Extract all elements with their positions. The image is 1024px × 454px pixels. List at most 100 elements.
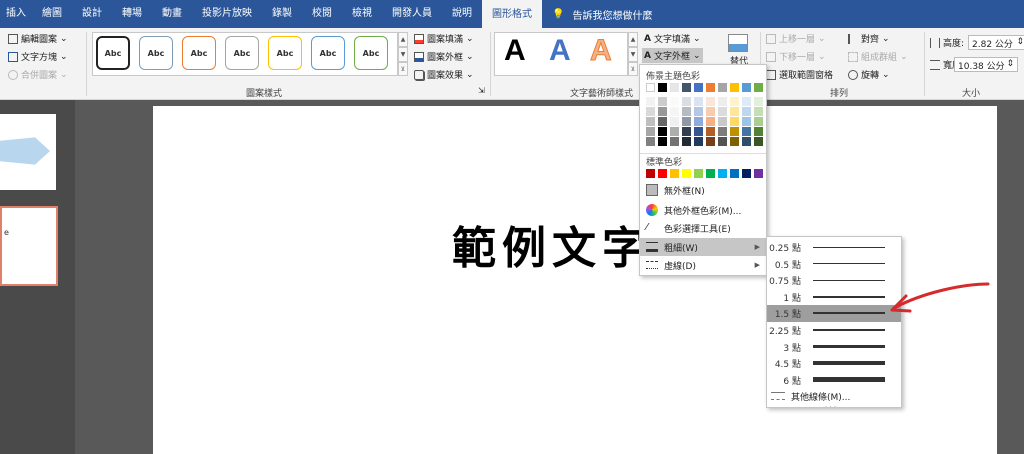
gallery-more-button[interactable]: ⊻ (398, 62, 408, 76)
text-box-button[interactable]: 文字方塊 ⌄ (8, 50, 68, 63)
standard-color-swatch[interactable] (742, 169, 751, 178)
height-input[interactable]: 2.82 公分 ⇕ (968, 35, 1024, 50)
standard-color-swatch[interactable] (658, 169, 667, 178)
theme-color-swatch[interactable] (670, 127, 679, 136)
theme-color-swatch[interactable] (646, 97, 655, 106)
wordart-up-button[interactable]: ▲ (628, 32, 638, 47)
standard-color-swatch[interactable] (718, 169, 727, 178)
standard-color-swatch[interactable] (694, 169, 703, 178)
weight-option[interactable]: 0.5 點 (767, 256, 901, 273)
theme-color-swatch[interactable] (754, 107, 763, 116)
shape-style-5[interactable]: Abc (268, 36, 302, 70)
theme-color-swatch[interactable] (670, 83, 679, 92)
tab-8[interactable]: 檢視 (342, 0, 382, 28)
weight-option[interactable]: 0.75 點 (767, 272, 901, 289)
theme-color-swatch[interactable] (730, 117, 739, 126)
tell-me-search[interactable]: 💡 告訴我您想做什麼 (542, 7, 652, 22)
weight-option[interactable]: 4.5 點 (767, 355, 901, 372)
theme-color-swatch[interactable] (682, 137, 691, 146)
theme-color-swatch[interactable] (754, 97, 763, 106)
standard-color-swatch[interactable] (646, 169, 655, 178)
resize-grip-icon[interactable]: · · · (825, 403, 836, 411)
weight-option[interactable]: 1.5 點 (767, 305, 901, 323)
merge-shapes-button[interactable]: 合併圖案 ⌄ (8, 68, 68, 81)
theme-color-swatch[interactable] (658, 83, 667, 92)
width-input[interactable]: 10.38 公分 ⇕ (954, 57, 1018, 72)
theme-color-swatch[interactable] (706, 97, 715, 106)
shape-style-7[interactable]: Abc (354, 36, 388, 70)
align-button[interactable]: 對齊 ⌄ (848, 32, 890, 45)
no-outline-item[interactable]: 無外框(N) (640, 181, 766, 199)
theme-color-swatch[interactable] (658, 137, 667, 146)
wordart-style-1[interactable]: A (504, 34, 526, 68)
theme-color-swatch[interactable] (682, 97, 691, 106)
shape-style-6[interactable]: Abc (311, 36, 345, 70)
theme-color-swatch[interactable] (754, 117, 763, 126)
bring-forward-button[interactable]: 上移一層 ⌄ (766, 32, 826, 45)
theme-color-swatch[interactable] (670, 117, 679, 126)
tab-3[interactable]: 轉場 (112, 0, 152, 28)
theme-color-swatch[interactable] (718, 127, 727, 136)
shape-outline-button[interactable]: 圖案外框 ⌄ (414, 50, 474, 63)
theme-color-swatch[interactable] (658, 117, 667, 126)
wordart-style-3[interactable]: A (590, 34, 613, 68)
tab-9[interactable]: 開發人員 (382, 0, 442, 28)
weight-item[interactable]: 粗細(W) ▶ (640, 238, 766, 256)
theme-color-swatch[interactable] (682, 107, 691, 116)
selection-pane-button[interactable]: 選取範圍窗格 (766, 68, 833, 81)
standard-color-swatch[interactable] (754, 169, 763, 178)
weight-option[interactable]: 6 點 (767, 372, 901, 389)
dashes-item[interactable]: 虛線(D) ▶ (640, 256, 766, 274)
theme-color-swatch[interactable] (694, 107, 703, 116)
theme-color-swatch[interactable] (730, 127, 739, 136)
theme-color-swatch[interactable] (742, 117, 751, 126)
wordart-style-2[interactable]: A (549, 34, 571, 68)
alt-text-icon[interactable] (728, 34, 748, 52)
theme-color-swatch[interactable] (658, 97, 667, 106)
standard-color-swatch[interactable] (682, 169, 691, 178)
theme-color-swatch[interactable] (718, 83, 727, 92)
text-fill-button[interactable]: A 文字填滿 ⌄ (644, 32, 701, 46)
theme-color-swatch[interactable] (682, 83, 691, 92)
shape-style-4[interactable]: Abc (225, 36, 259, 70)
theme-color-swatch[interactable] (706, 83, 715, 92)
theme-color-swatch[interactable] (694, 127, 703, 136)
shape-styles-dialog-launcher[interactable]: ⇲ (478, 86, 485, 95)
theme-color-swatch[interactable] (730, 83, 739, 92)
tab-6[interactable]: 錄製 (262, 0, 302, 28)
theme-color-swatch[interactable] (706, 107, 715, 116)
weight-option[interactable]: 0.25 點 (767, 239, 901, 256)
theme-color-swatch[interactable] (706, 137, 715, 146)
gallery-down-button[interactable]: ▼ (398, 47, 408, 62)
theme-color-swatch[interactable] (670, 107, 679, 116)
weight-option[interactable]: 3 點 (767, 339, 901, 356)
theme-color-swatch[interactable] (670, 137, 679, 146)
theme-color-swatch[interactable] (658, 107, 667, 116)
theme-color-swatch[interactable] (754, 83, 763, 92)
wordart-down-button[interactable]: ▼ (628, 47, 638, 62)
theme-color-swatch[interactable] (646, 117, 655, 126)
shape-style-2[interactable]: Abc (139, 36, 173, 70)
gallery-up-button[interactable]: ▲ (398, 32, 408, 47)
theme-color-swatch[interactable] (646, 137, 655, 146)
theme-color-swatch[interactable] (694, 97, 703, 106)
shape-effects-button[interactable]: 圖案效果 ⌄ (414, 68, 474, 81)
group-button[interactable]: 組成群組 ⌄ (848, 50, 908, 63)
theme-color-swatch[interactable] (754, 137, 763, 146)
theme-color-swatch[interactable] (646, 107, 655, 116)
theme-color-swatch[interactable] (718, 137, 727, 146)
theme-color-swatch[interactable] (730, 97, 739, 106)
theme-color-swatch[interactable] (754, 127, 763, 136)
theme-color-swatch[interactable] (706, 127, 715, 136)
theme-color-swatch[interactable] (742, 107, 751, 116)
theme-color-swatch[interactable] (718, 117, 727, 126)
tab-2[interactable]: 設計 (72, 0, 112, 28)
theme-color-swatch[interactable] (718, 97, 727, 106)
theme-color-swatch[interactable] (742, 137, 751, 146)
theme-color-swatch[interactable] (742, 83, 751, 92)
standard-color-swatch[interactable] (730, 169, 739, 178)
theme-color-swatch[interactable] (682, 127, 691, 136)
theme-color-swatch[interactable] (742, 97, 751, 106)
slide-text[interactable]: 範例文字 (452, 212, 652, 276)
theme-color-swatch[interactable] (730, 107, 739, 116)
